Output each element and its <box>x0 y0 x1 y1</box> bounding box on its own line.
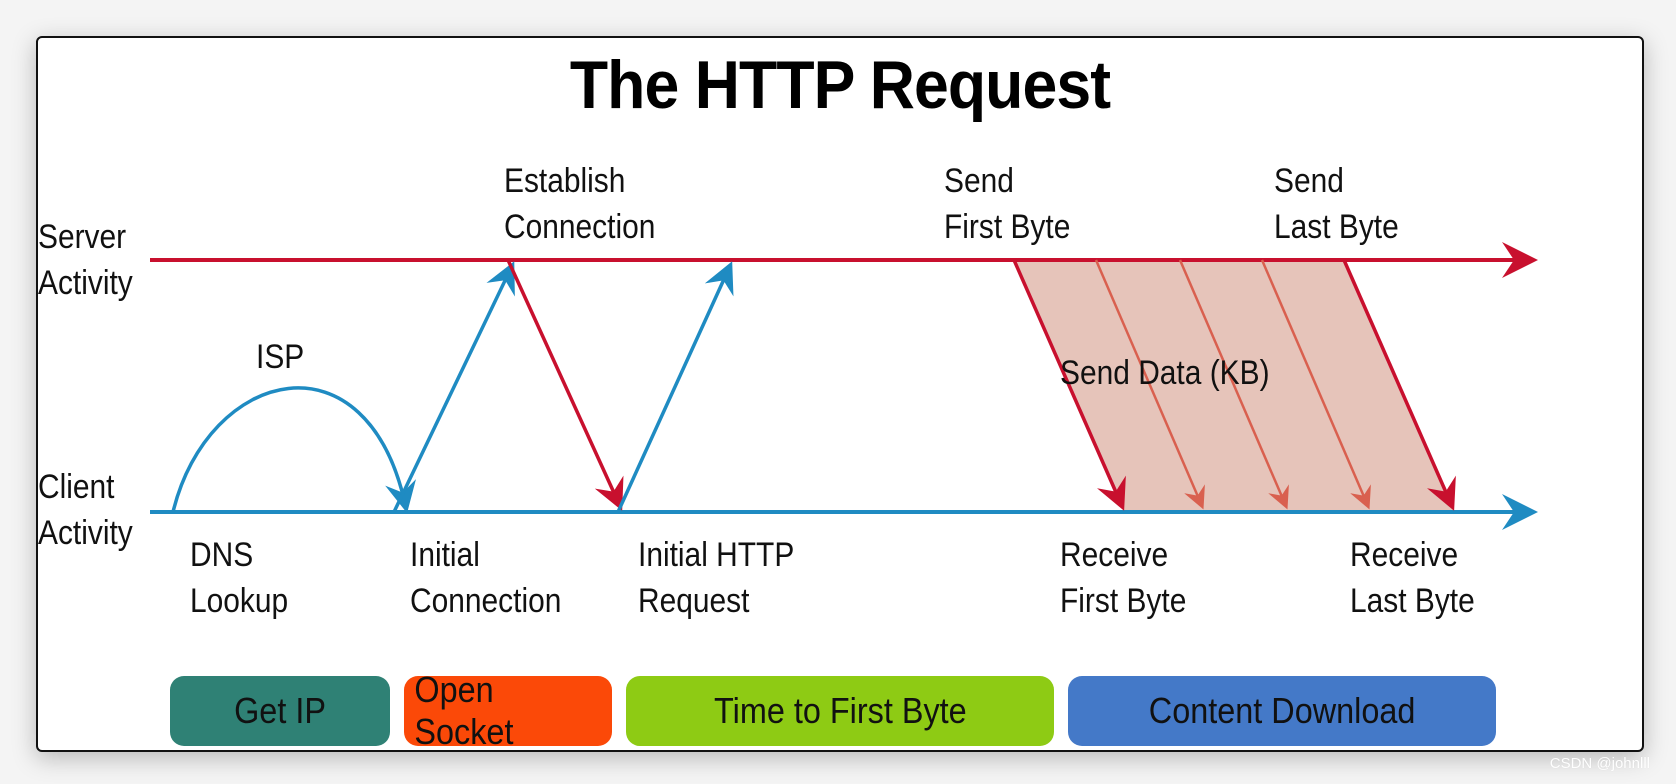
send-data-label: Send Data (KB) <box>1060 354 1270 392</box>
phase-label: Open Socket <box>414 669 514 752</box>
phase-content-download: Content Download <box>1068 676 1496 746</box>
initial-http-request-label: Initial HTTP Request <box>638 536 795 620</box>
phase-label: Time to First Byte <box>713 690 967 731</box>
establish-connection-label: Establish Connection <box>504 162 656 246</box>
timing-diagram <box>150 242 1538 530</box>
receive-last-byte-label: Receive Last Byte <box>1350 536 1475 620</box>
http-request-arrow <box>616 261 734 513</box>
send-first-byte-label: Send First Byte <box>944 162 1071 246</box>
dns-lookup-label: DNS Lookup <box>190 536 289 620</box>
phase-open-socket: Open Socket <box>404 669 612 750</box>
isp-label: ISP <box>256 338 305 376</box>
phase-time-to-first-byte: Time to First Byte <box>626 676 1054 746</box>
initial-connection-label: Initial Connection <box>410 536 562 620</box>
phase-get-ip: Get IP <box>170 676 390 746</box>
client-activity-label: Client Activity <box>38 468 133 552</box>
isp-arc <box>171 386 416 514</box>
phase-label: Get IP <box>234 690 326 731</box>
server-activity-label: Server Activity <box>38 218 133 302</box>
phase-label: Content Download <box>1148 690 1416 731</box>
watermark: CSDN @johnlll <box>1549 755 1650 772</box>
syn-arrow <box>392 261 515 513</box>
syn-ack-arrow <box>506 259 624 511</box>
send-last-byte-label: Send Last Byte <box>1274 162 1399 246</box>
diagram-card: The HTTP Request Server Activity Client … <box>36 36 1644 752</box>
receive-first-byte-label: Receive First Byte <box>1060 536 1187 620</box>
